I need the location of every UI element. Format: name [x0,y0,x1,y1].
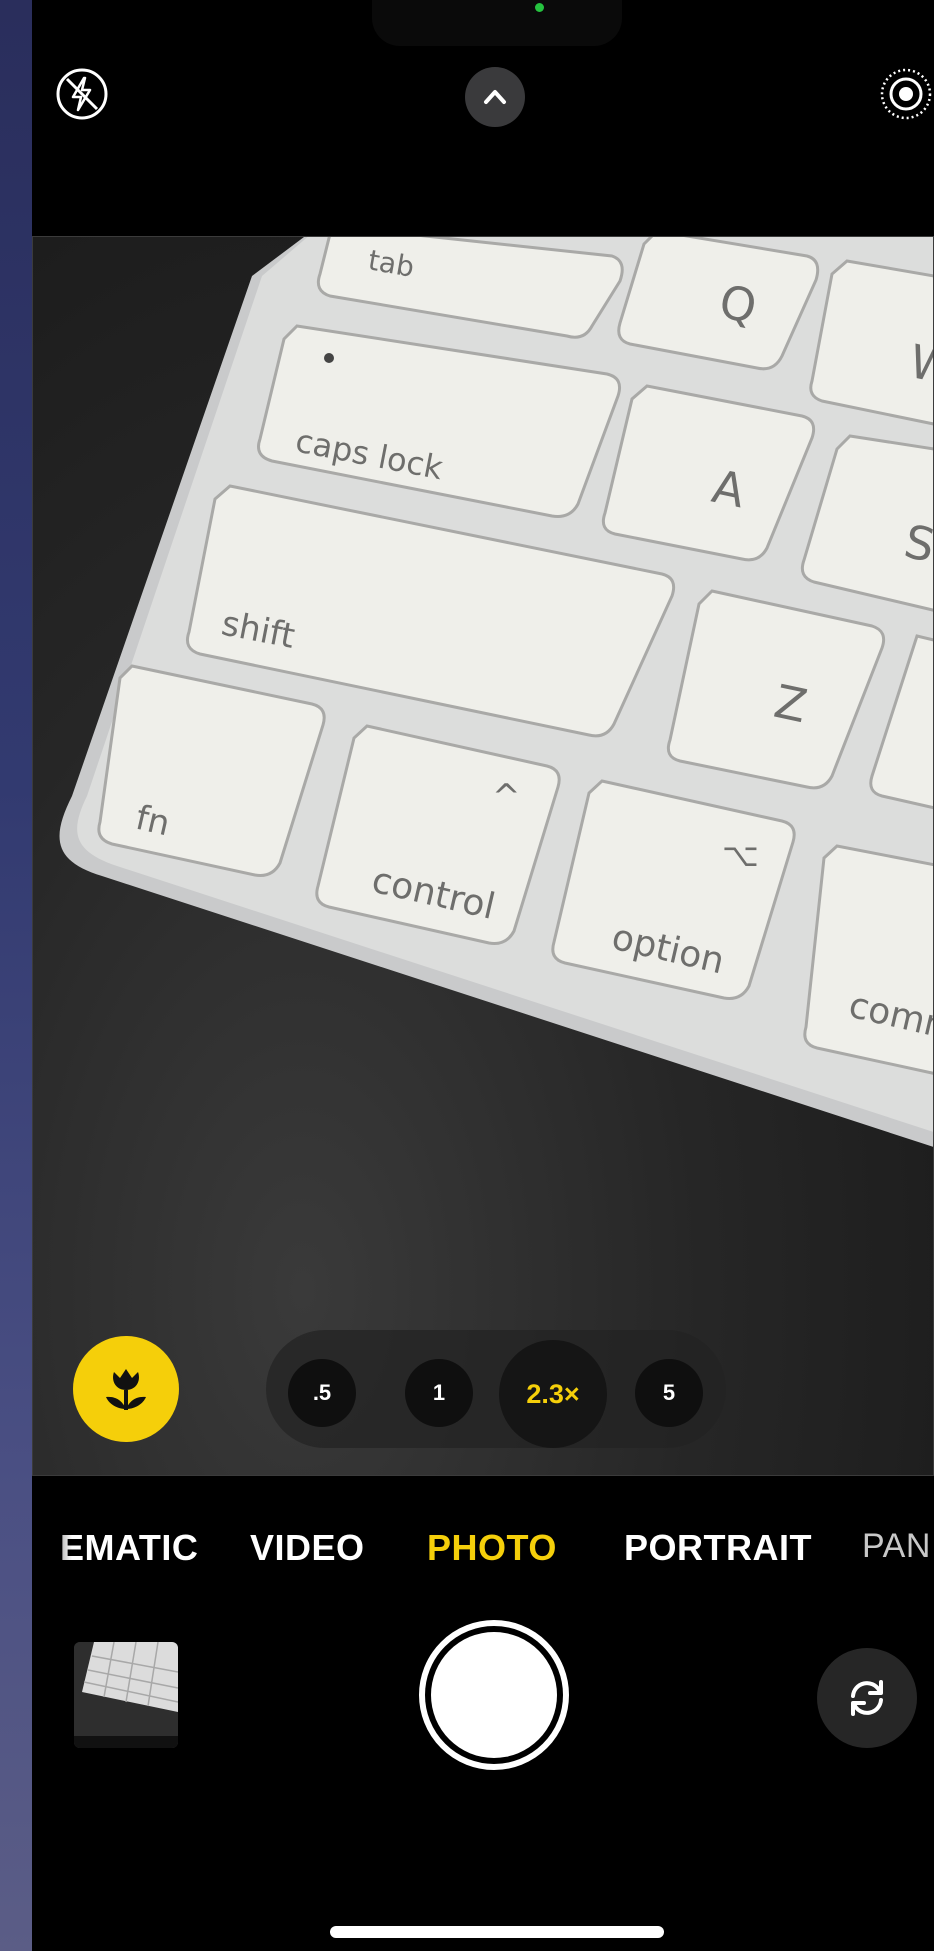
mode-fade [32,1510,72,1590]
home-indicator[interactable] [330,1926,664,1938]
mode-cinematic[interactable]: EMATIC [60,1527,198,1569]
zoom-option-wide[interactable]: 1 [405,1359,473,1427]
flash-off-icon[interactable] [52,64,112,124]
shutter-button[interactable] [419,1620,569,1770]
dynamic-island [372,0,622,46]
zoom-option-ultrawide[interactable]: .5 [288,1359,356,1427]
mode-pano[interactable]: PAN [862,1527,931,1566]
mode-video[interactable]: VIDEO [250,1527,365,1569]
svg-text:⌥: ⌥ [722,836,759,874]
live-photo-icon[interactable] [876,64,934,124]
mode-photo[interactable]: PHOTO [427,1527,557,1569]
camera-in-use-indicator [535,3,544,12]
top-controls-bar [32,0,934,236]
flower-macro-icon[interactable] [73,1336,179,1442]
key-command [803,844,934,1075]
camera-app: tab Q W caps lock A S shift Z fn ^ contr… [32,0,934,1951]
last-photo-thumbnail[interactable] [74,1642,178,1748]
keyboard-preview: tab Q W caps lock A S shift Z fn ^ contr… [32,236,934,1476]
background-wallpaper-strip [0,0,32,1951]
svg-text:^: ^ [492,777,521,817]
camera-flip-icon[interactable] [817,1648,917,1748]
zoom-option-selected[interactable]: 2.3× [499,1340,607,1448]
shutter-button-inner [431,1632,557,1758]
mode-portrait[interactable]: PORTRAIT [624,1527,812,1569]
chevron-up-icon[interactable] [465,67,525,127]
zoom-option-telephoto[interactable]: 5 [635,1359,703,1427]
camera-viewfinder[interactable]: tab Q W caps lock A S shift Z fn ^ contr… [32,236,934,1476]
